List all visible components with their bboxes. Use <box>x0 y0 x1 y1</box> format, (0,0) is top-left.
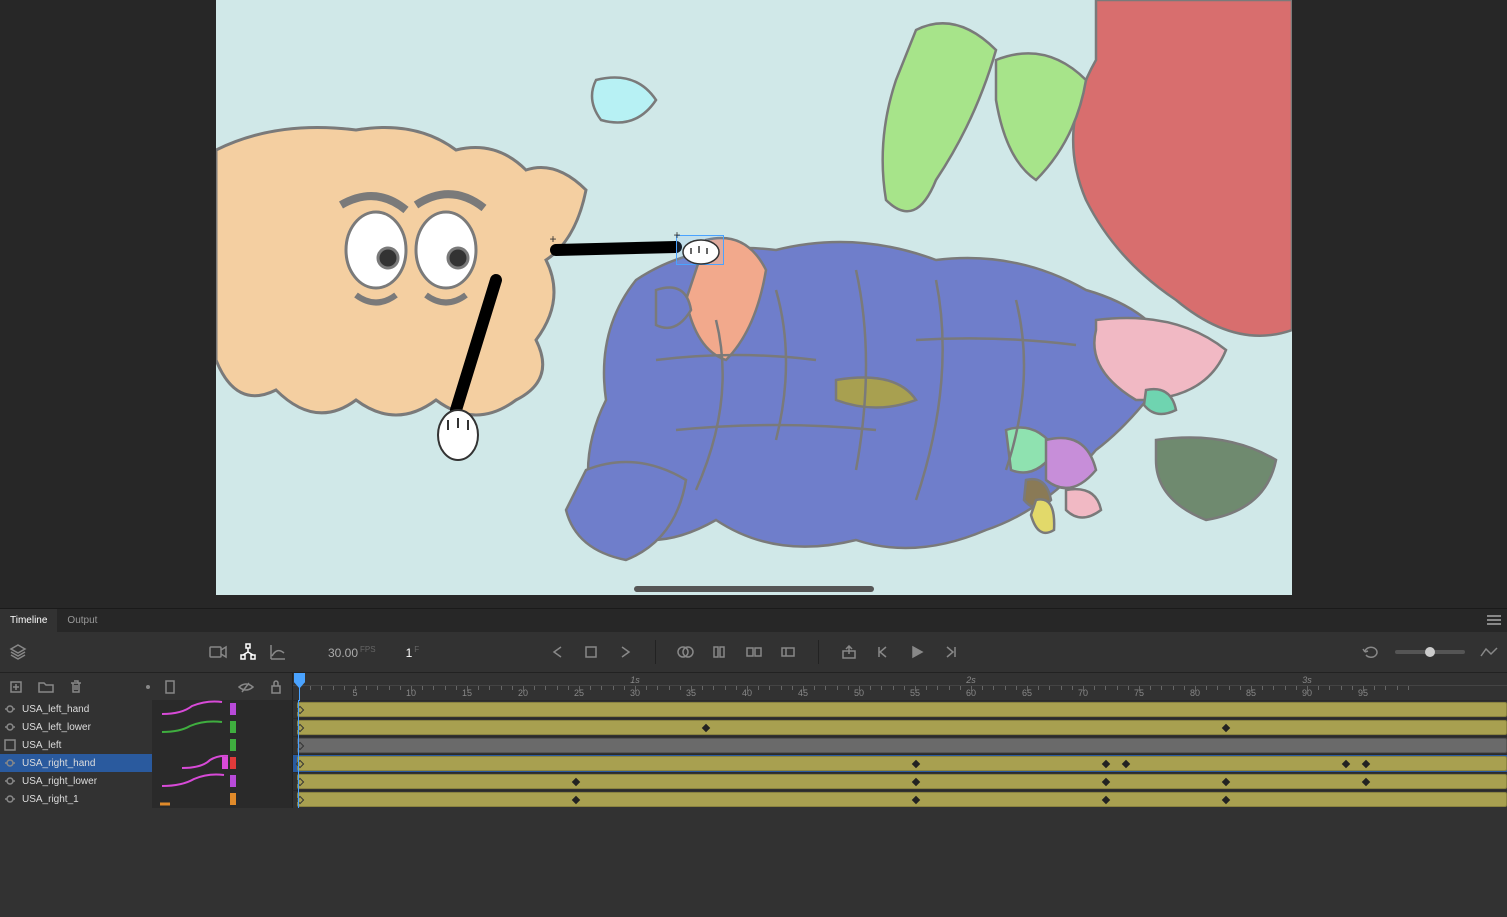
layer-curve-area <box>152 790 292 808</box>
layer-label-area[interactable]: USA_left_hand <box>0 700 152 718</box>
layer-curve-area <box>152 718 292 736</box>
usa-left-arm <box>416 270 536 470</box>
panel-menu-icon[interactable] <box>1487 613 1501 627</box>
stage-canvas[interactable]: + + <box>216 0 1292 595</box>
layer-name: USA_right_lower <box>22 776 97 787</box>
layer-name: USA_left <box>22 740 61 751</box>
symbol-icon <box>4 703 16 715</box>
layer-parenting-icon[interactable] <box>238 642 258 662</box>
fps-display[interactable]: 30.00FPS <box>328 645 376 660</box>
export-icon[interactable] <box>839 642 859 662</box>
tab-timeline[interactable]: Timeline <box>0 609 57 632</box>
marker-icon[interactable] <box>778 642 798 662</box>
stage-area: + + <box>0 0 1507 608</box>
selection-bounding-box[interactable] <box>676 235 724 265</box>
layer-track[interactable] <box>292 790 1507 808</box>
layer-track[interactable] <box>292 700 1507 718</box>
layer-curve-area <box>152 700 292 718</box>
layers-icon[interactable] <box>8 642 28 662</box>
symbol-icon <box>4 775 16 787</box>
layer-curve-area <box>152 736 292 754</box>
panel-tabs: Timeline Output <box>0 608 1507 632</box>
layer-row[interactable]: USA_left <box>0 736 1507 754</box>
layer-row[interactable]: USA_right_hand <box>0 754 1507 772</box>
layer-curve-area <box>152 754 292 772</box>
playhead-line <box>298 700 299 808</box>
layer-label-area[interactable]: USA_left <box>0 736 152 754</box>
outline-toggle-icon[interactable] <box>160 677 180 697</box>
layer-name: USA_left_lower <box>22 722 91 733</box>
symbol-icon <box>4 793 16 805</box>
layers-panel: USA_left_hand USA_left_lower USA_left <box>0 700 1507 917</box>
new-layer-icon[interactable] <box>6 677 26 697</box>
layer-row[interactable]: USA_left_lower <box>0 718 1507 736</box>
stop-icon[interactable] <box>581 642 601 662</box>
layer-name: USA_right_hand <box>22 758 95 769</box>
layer-curve-area <box>152 772 292 790</box>
camera-icon[interactable] <box>208 642 228 662</box>
playhead[interactable] <box>299 673 300 701</box>
trash-icon[interactable] <box>66 677 86 697</box>
step-forward-icon[interactable] <box>941 642 961 662</box>
stage-horizontal-scrollbar[interactable] <box>634 586 874 592</box>
frame-display[interactable]: 1F <box>406 645 420 660</box>
timeline-ruler[interactable]: 1s2s3s 510152025303540455055606570758085… <box>292 673 1507 701</box>
layer-name: USA_right_1 <box>22 794 79 805</box>
layer-track[interactable] <box>292 772 1507 790</box>
layer-label-area[interactable]: USA_right_lower <box>0 772 152 790</box>
anchor-marker: + <box>674 228 681 242</box>
layer-track[interactable] <box>292 736 1507 754</box>
layer-track[interactable] <box>292 754 1507 772</box>
play-icon[interactable] <box>907 642 927 662</box>
layer-row[interactable]: USA_left_hand <box>0 700 1507 718</box>
loop-icon[interactable] <box>1361 642 1381 662</box>
graphic-icon <box>4 739 16 751</box>
layer-track[interactable] <box>292 718 1507 736</box>
onion-outlines-icon[interactable] <box>710 642 730 662</box>
new-folder-icon[interactable] <box>36 677 56 697</box>
layer-label-area[interactable]: USA_left_lower <box>0 718 152 736</box>
timeline-toolbar: 30.00FPS 1F <box>0 632 1507 672</box>
layer-label-area[interactable]: USA_right_1 <box>0 790 152 808</box>
edit-multiple-icon[interactable] <box>744 642 764 662</box>
step-back-icon[interactable] <box>873 642 893 662</box>
layer-header-row: 1s2s3s 510152025303540455055606570758085… <box>0 672 1507 700</box>
layer-row[interactable]: USA_right_1 <box>0 790 1507 808</box>
anchor-marker: + <box>550 232 557 246</box>
lock-icon[interactable] <box>266 677 286 697</box>
visibility-icon[interactable] <box>236 677 256 697</box>
layer-row[interactable]: USA_right_lower <box>0 772 1507 790</box>
prev-icon[interactable] <box>547 642 567 662</box>
tab-output[interactable]: Output <box>57 609 107 632</box>
next-icon[interactable] <box>615 642 635 662</box>
symbol-icon <box>4 757 16 769</box>
layer-label-area[interactable]: USA_right_hand <box>0 754 152 772</box>
graph-icon[interactable] <box>268 642 288 662</box>
highlight-dot-icon[interactable] <box>146 685 150 689</box>
layer-name: USA_left_hand <box>22 704 89 715</box>
fit-icon[interactable] <box>1479 642 1499 662</box>
zoom-slider[interactable] <box>1395 650 1465 654</box>
symbol-icon <box>4 721 16 733</box>
onion-skin-icon[interactable] <box>676 642 696 662</box>
